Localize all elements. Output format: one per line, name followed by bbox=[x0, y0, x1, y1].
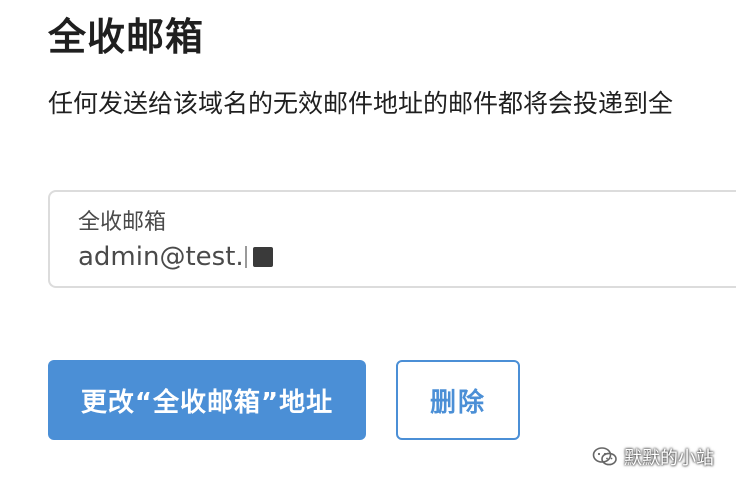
redaction-block bbox=[252, 247, 273, 267]
catch-all-address-field[interactable]: 全收邮箱 admin@test. bbox=[48, 190, 736, 288]
watermark: 默默的小站 bbox=[592, 444, 714, 470]
text-cursor bbox=[244, 246, 247, 268]
change-catch-all-button[interactable]: 更改“全收邮箱”地址 bbox=[48, 360, 366, 440]
page-title: 全收邮箱 bbox=[48, 15, 205, 59]
watermark-text: 默默的小站 bbox=[624, 448, 714, 469]
field-value-row: admin@test. bbox=[78, 242, 273, 272]
field-value: admin@test. bbox=[78, 242, 244, 272]
field-label: 全收邮箱 bbox=[78, 210, 167, 235]
section-description: 任何发送给该域名的无效邮件地址的邮件都将会投递到全 bbox=[48, 89, 674, 118]
catch-all-settings-page: 全收邮箱 任何发送给该域名的无效邮件地址的邮件都将会投递到全 全收邮箱 admi… bbox=[0, 0, 736, 490]
delete-button[interactable]: 删除 bbox=[396, 360, 520, 440]
wechat-icon bbox=[592, 447, 617, 466]
